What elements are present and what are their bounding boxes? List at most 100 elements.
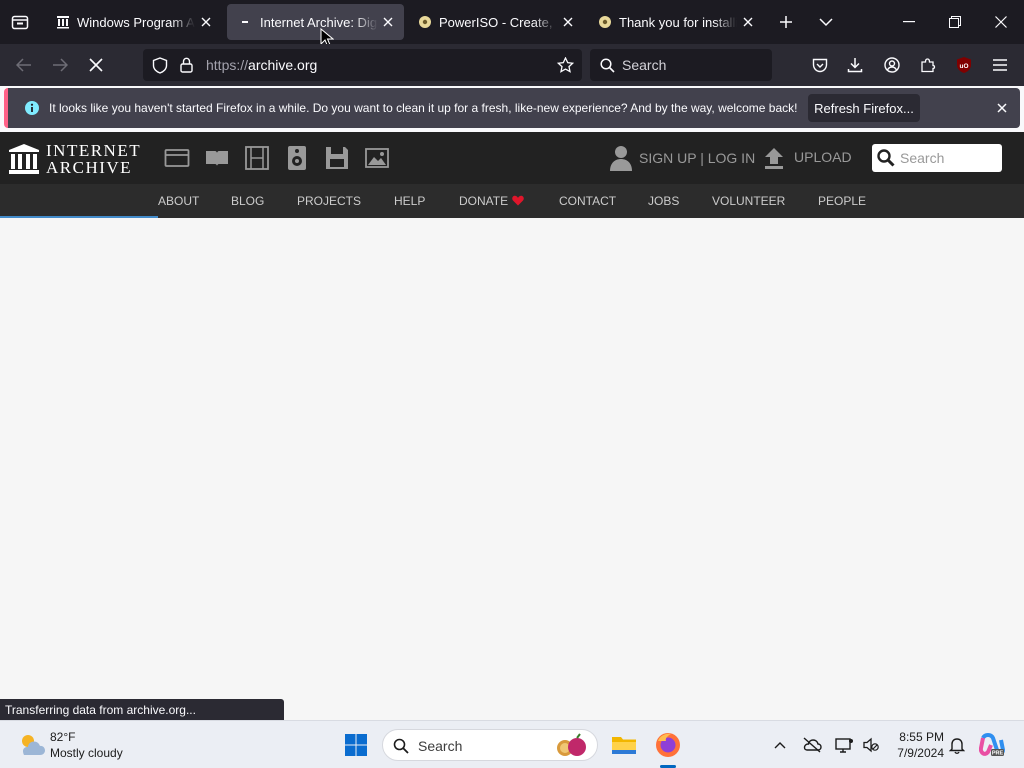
forward-icon[interactable] [46,52,74,78]
windows-taskbar: 82°F Mostly cloudy Search 8:55 PM 7/9/20… [0,720,1024,768]
loading-icon [239,15,253,29]
tab-windows-program-archive[interactable]: Windows Program Archive [44,4,222,40]
poweriso-disc-icon [418,15,432,29]
notification-message: It looks like you haven't started Firefo… [49,101,798,115]
nav-people[interactable]: PEOPLE [818,194,866,208]
clock-time[interactable]: 8:55 PM [888,730,944,744]
search-icon [393,738,409,754]
page-content-area [0,218,1024,720]
close-tab-icon[interactable] [560,14,576,30]
status-panel: Transferring data from archive.org... [0,699,284,720]
app-menu-icon[interactable] [988,53,1012,77]
tab-title: Windows Program Archive [77,14,195,30]
url-bar[interactable]: https://archive.org [143,49,582,81]
poweriso-disc-icon [598,15,612,29]
refresh-firefox-button[interactable]: Refresh Firefox... [808,94,920,122]
partly-cloudy-icon [22,735,45,755]
close-notification-icon[interactable] [994,100,1010,116]
nav-volunteer[interactable]: VOLUNTEER [712,194,785,208]
firefox-taskbar-icon[interactable] [652,729,684,761]
archive-building-icon [56,15,70,29]
archive-search-input[interactable]: Search [872,144,1002,172]
weather-condition: Mostly cloudy [50,746,123,760]
tab-title: Thank you for installing [619,14,737,30]
weather-widget[interactable]: 82°F Mostly cloudy [10,721,140,768]
archive-search-placeholder: Search [900,150,945,166]
sign-up-log-in-link[interactable]: SIGN UP | LOG IN [639,150,755,166]
taskbar-search-box[interactable]: Search [382,729,598,761]
volume-muted-icon[interactable] [860,734,882,756]
account-icon[interactable] [880,53,904,77]
archive-secondary-nav: ABOUT BLOG PROJECTS HELP DONATE CONTACT … [0,184,1024,218]
tab-title: PowerISO - Create, Burn [439,14,557,30]
copilot-preview-icon[interactable]: PRE [978,731,1006,759]
nav-about[interactable]: ABOUT [158,194,199,208]
pocket-icon[interactable] [808,53,832,77]
windows-start-icon[interactable] [340,729,372,761]
downloads-icon[interactable] [843,53,867,77]
close-tab-icon[interactable] [380,14,396,30]
upload-icon[interactable] [764,146,784,170]
new-tab-icon[interactable] [772,10,800,34]
lock-icon[interactable] [177,56,195,74]
logo-text-archive: ARCHIVE [46,158,133,177]
tab-strip: Windows Program Archive Internet Archive… [0,0,1024,44]
back-icon[interactable] [10,52,38,78]
archive-building-icon [9,144,39,174]
nav-blog[interactable]: BLOG [231,194,264,208]
web-archive-icon[interactable] [164,146,190,170]
firefox-view-icon[interactable] [6,10,34,34]
audio-speaker-icon[interactable] [284,146,310,170]
search-icon [877,149,895,167]
restore-window-icon[interactable] [936,8,974,36]
tracking-protection-shield-icon[interactable] [151,56,169,74]
tab-title: Internet Archive: Digital Library [260,14,378,30]
network-display-icon[interactable] [832,734,856,756]
refresh-firefox-notification: It looks like you haven't started Firefo… [4,88,1020,128]
minimize-window-icon[interactable] [890,8,928,36]
tab-thank-you[interactable]: Thank you for installing [586,4,764,40]
close-tab-icon[interactable] [740,14,756,30]
svg-text:uO: uO [959,63,968,70]
list-all-tabs-icon[interactable] [812,10,840,34]
archive-logo[interactable]: INTERNET ARCHIVE [8,140,144,176]
bookmark-star-icon[interactable] [555,56,575,74]
stop-loading-icon[interactable] [82,52,110,78]
user-icon[interactable] [610,145,632,171]
tab-internet-archive[interactable]: Internet Archive: Digital Library [227,4,404,40]
tab-poweriso[interactable]: PowerISO - Create, Burn [406,4,584,40]
taskbar-search-placeholder: Search [418,738,463,754]
web-search-field[interactable]: Search [590,49,772,81]
upload-link[interactable]: UPLOAD [794,149,852,165]
navigation-toolbar: https://archive.org Search uO [0,44,1024,86]
file-explorer-icon[interactable] [608,729,640,761]
extensions-puzzle-icon[interactable] [916,53,940,77]
close-window-icon[interactable] [982,8,1020,36]
images-picture-icon[interactable] [364,146,390,170]
nav-help[interactable]: HELP [394,194,425,208]
search-icon [599,57,615,73]
notification-bell-icon[interactable] [946,734,968,756]
url-protocol: https:// [206,57,249,73]
onedrive-offline-icon[interactable] [800,734,824,756]
info-icon [24,100,40,116]
archive-top-nav: INTERNET ARCHIVE SIGN UP | LOG IN UPLOAD… [0,132,1024,184]
url-host: archive.org [248,57,318,73]
show-hidden-icons-chevron-icon[interactable] [770,735,790,755]
search-highlight-fruit-icon [557,733,586,756]
close-tab-icon[interactable] [198,14,214,30]
ublock-origin-icon[interactable]: uO [952,53,976,77]
temperature: 82°F [50,730,76,744]
url-text[interactable]: https://archive.org [206,57,317,73]
nav-contact[interactable]: CONTACT [559,194,616,208]
clock-date[interactable]: 7/9/2024 [888,746,944,760]
nav-donate[interactable]: DONATE [459,194,508,208]
search-placeholder: Search [622,57,667,73]
heart-icon [512,195,524,206]
texts-book-icon[interactable] [204,146,230,170]
nav-jobs[interactable]: JOBS [648,194,679,208]
video-film-icon[interactable] [244,146,270,170]
software-floppy-icon[interactable] [324,146,350,170]
nav-projects[interactable]: PROJECTS [297,194,361,208]
svg-text:PRE: PRE [992,751,1004,757]
